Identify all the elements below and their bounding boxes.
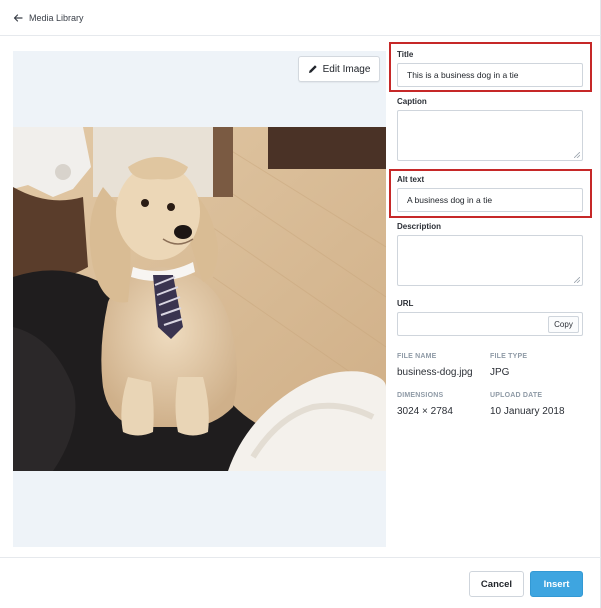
caption-label: Caption	[397, 97, 427, 106]
edit-image-button[interactable]: Edit Image	[298, 56, 380, 82]
file-name-value: business-dog.jpg	[397, 367, 473, 378]
upload-date-label: UPLOAD DATE	[490, 392, 543, 399]
copy-url-button[interactable]: Copy	[548, 316, 579, 333]
dialog-footer: Cancel Insert	[0, 557, 601, 608]
description-textarea[interactable]	[397, 235, 583, 286]
back-to-media-library-link[interactable]: Media Library	[13, 13, 84, 23]
media-detail-dialog: Media Library Edit Image Title This is a…	[0, 0, 601, 608]
arrow-left-icon	[13, 13, 23, 22]
resize-grip-icon[interactable]	[574, 152, 580, 158]
file-type-value: JPG	[490, 367, 510, 378]
description-label: Description	[397, 222, 442, 231]
url-label: URL	[397, 299, 414, 308]
alt-text-input[interactable]: A business dog in a tie	[397, 188, 583, 212]
caption-textarea[interactable]	[397, 110, 583, 161]
edit-image-label: Edit Image	[322, 63, 371, 75]
back-link-label: Media Library	[29, 12, 84, 23]
image-preview-panel: Edit Image	[13, 51, 386, 547]
cancel-button[interactable]: Cancel	[469, 571, 524, 597]
dialog-header: Media Library	[0, 0, 601, 36]
upload-date-value: 10 January 2018	[490, 406, 565, 417]
title-input[interactable]: This is a business dog in a tie	[397, 63, 583, 87]
file-name-label: FILE NAME	[397, 353, 437, 360]
insert-button[interactable]: Insert	[530, 571, 583, 597]
pencil-icon	[308, 65, 317, 73]
alt-text-label: Alt text	[397, 175, 425, 184]
resize-grip-icon[interactable]	[574, 277, 580, 283]
title-label: Title	[397, 50, 414, 59]
url-input[interactable]: Copy	[397, 312, 583, 336]
dimensions-value: 3024 × 2784	[397, 406, 453, 417]
dog-photo	[13, 127, 386, 471]
file-type-label: FILE TYPE	[490, 353, 528, 360]
dimensions-label: DIMENSIONS	[397, 392, 444, 399]
